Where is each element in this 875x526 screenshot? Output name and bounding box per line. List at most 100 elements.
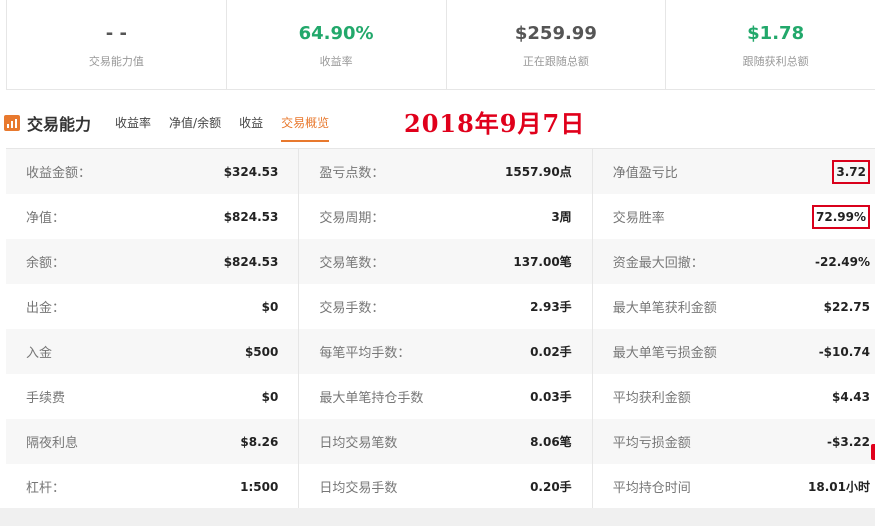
table-cell: 日均交易笔数 8.06笔 — [299, 419, 593, 464]
table-cell: 收益金额： $324.53 — [6, 149, 300, 194]
cell-value: $824.53 — [223, 254, 279, 269]
cell-value: -22.49% — [815, 254, 870, 269]
cell-value: 18.01小时 — [808, 480, 870, 494]
stat-value: 64.90% — [298, 22, 374, 44]
cell-key: 收益金额： — [26, 166, 92, 181]
table-cell: 资金最大回撤： -22.49% — [593, 239, 875, 284]
chart-icon — [4, 115, 20, 131]
cell-key: 入金 — [26, 346, 53, 361]
stat-following-total: $259.99 正在跟随总额 — [447, 0, 667, 89]
cell-key: 净值盈亏比 — [612, 166, 678, 181]
cell-value: $0 — [261, 389, 279, 404]
table-row: 出金： $0 交易手数： 2.93手 最大单笔获利金额 $22.75 — [6, 284, 875, 329]
cell-value: 0.20手 — [530, 480, 572, 494]
cell-value: $0 — [261, 299, 279, 314]
cell-key: 交易笔数： — [319, 256, 385, 271]
cell-key: 隔夜利息 — [26, 436, 79, 451]
table-cell: 最大单笔亏损金额 -$10.74 — [593, 329, 875, 374]
cell-value: 1:500 — [240, 479, 279, 494]
table-cell: 最大单笔获利金额 $22.75 — [593, 284, 875, 329]
table-cell: 杠杆： 1:500 — [6, 464, 300, 509]
cell-value: -$10.74 — [818, 344, 870, 359]
cell-key: 交易手数： — [319, 301, 385, 316]
highlighted-value: 72.99% — [812, 204, 870, 229]
stat-return-rate: 64.90% 收益率 — [227, 0, 447, 89]
highlighted-value: 3.72 — [832, 159, 870, 184]
cell-value: $500 — [244, 344, 279, 359]
stat-label: 正在跟随总额 — [522, 54, 589, 68]
table-row: 杠杆： 1:500 日均交易手数 0.20手 平均持仓时间 18.01小时 — [6, 464, 875, 509]
annotation-mark — [871, 444, 875, 460]
table-row: 收益金额： $324.53 盈亏点数： 1557.90点 净值盈亏比 3.72 — [6, 149, 875, 194]
section-header: 交易能力 收益率 净值/余额 收益 交易概览 — [4, 104, 347, 142]
cell-key: 最大单笔获利金额 — [612, 301, 717, 316]
cell-key: 平均持仓时间 — [612, 481, 691, 496]
date-annotation: 2018年9月7日 — [404, 109, 586, 138]
table-cell: 交易胜率 72.99% — [593, 194, 875, 239]
section-title: 交易能力 — [27, 115, 92, 134]
stat-label: 交易能力值 — [88, 54, 144, 68]
overview-table: 收益金额： $324.53 盈亏点数： 1557.90点 净值盈亏比 3.72 净值：… — [6, 148, 875, 509]
cell-key: 资金最大回撤： — [612, 256, 704, 271]
cell-key: 盈亏点数： — [319, 166, 385, 181]
cell-key: 最大单笔亏损金额 — [612, 346, 717, 361]
cell-value: 0.02手 — [530, 345, 572, 359]
cell-key: 日均交易手数 — [319, 481, 398, 496]
cell-key: 交易周期： — [319, 211, 385, 226]
cell-key: 日均交易笔数 — [319, 436, 398, 451]
table-cell: 出金： $0 — [6, 284, 300, 329]
table-cell: 平均获利金额 $4.43 — [593, 374, 875, 419]
stat-label: 跟随获利总额 — [742, 54, 809, 68]
table-cell: 交易手数： 2.93手 — [299, 284, 593, 329]
stat-label: 收益率 — [319, 54, 353, 68]
tab-profit[interactable]: 收益 — [239, 104, 263, 142]
cell-value: $4.43 — [832, 389, 870, 404]
cell-value: 2.93手 — [530, 300, 572, 314]
table-cell: 平均持仓时间 18.01小时 — [593, 464, 875, 509]
cell-key: 余额： — [26, 256, 66, 271]
stat-value: $1.78 — [747, 22, 805, 44]
cell-value: 3周 — [551, 210, 572, 224]
table-cell: 净值盈亏比 3.72 — [593, 149, 875, 194]
stats-row: - - 交易能力值 64.90% 收益率 $259.99 正在跟随总额 $1.7… — [6, 0, 875, 90]
cell-key: 平均获利金额 — [612, 391, 691, 406]
cell-value: $22.75 — [823, 299, 870, 314]
table-row: 手续费 $0 最大单笔持仓手数 0.03手 平均获利金额 $4.43 — [6, 374, 875, 419]
stat-value: - - — [105, 22, 127, 44]
footer-bar — [0, 508, 875, 526]
cell-value: -$3.22 — [827, 434, 870, 449]
table-cell: 每笔平均手数： 0.02手 — [299, 329, 593, 374]
table-cell: 日均交易手数 0.20手 — [299, 464, 593, 509]
tab-return-rate[interactable]: 收益率 — [115, 104, 151, 142]
table-cell: 交易周期： 3周 — [299, 194, 593, 239]
tab-trading-overview[interactable]: 交易概览 — [281, 104, 330, 142]
cell-value: 8.06笔 — [530, 435, 572, 449]
table-row: 入金 $500 每笔平均手数： 0.02手 最大单笔亏损金额 -$10.74 — [6, 329, 875, 374]
table-cell: 净值： $824.53 — [6, 194, 300, 239]
table-cell: 余额： $824.53 — [6, 239, 300, 284]
cell-value: 1557.90点 — [505, 165, 572, 179]
table-row: 净值： $824.53 交易周期： 3周 交易胜率 72.99% — [6, 194, 875, 239]
table-cell: 平均亏损金额 -$3.22 — [593, 419, 875, 464]
cell-key: 出金： — [26, 301, 66, 316]
stat-trading-ability: - - 交易能力值 — [7, 0, 227, 89]
table-row: 隔夜利息 $8.26 日均交易笔数 8.06笔 平均亏损金额 -$3.22 — [6, 419, 875, 464]
cell-key: 最大单笔持仓手数 — [319, 391, 424, 406]
cell-value: 0.03手 — [530, 390, 572, 404]
cell-key: 平均亏损金额 — [612, 436, 691, 451]
cell-key: 每笔平均手数： — [319, 346, 411, 361]
cell-key: 净值： — [26, 211, 66, 226]
table-cell: 盈亏点数： 1557.90点 — [299, 149, 593, 194]
cell-value: $824.53 — [223, 209, 279, 224]
cell-key: 杠杆： — [26, 481, 66, 496]
stat-value: $259.99 — [514, 22, 597, 44]
table-row: 余额： $824.53 交易笔数： 137.00笔 资金最大回撤： -22.49% — [6, 239, 875, 284]
table-cell: 最大单笔持仓手数 0.03手 — [299, 374, 593, 419]
cell-key: 手续费 — [26, 391, 66, 406]
stat-follow-profit: $1.78 跟随获利总额 — [666, 0, 875, 89]
table-cell: 隔夜利息 $8.26 — [6, 419, 300, 464]
table-cell: 入金 $500 — [6, 329, 300, 374]
tab-equity-balance[interactable]: 净值/余额 — [169, 104, 221, 142]
table-cell: 手续费 $0 — [6, 374, 300, 419]
cell-value: $324.53 — [223, 164, 279, 179]
